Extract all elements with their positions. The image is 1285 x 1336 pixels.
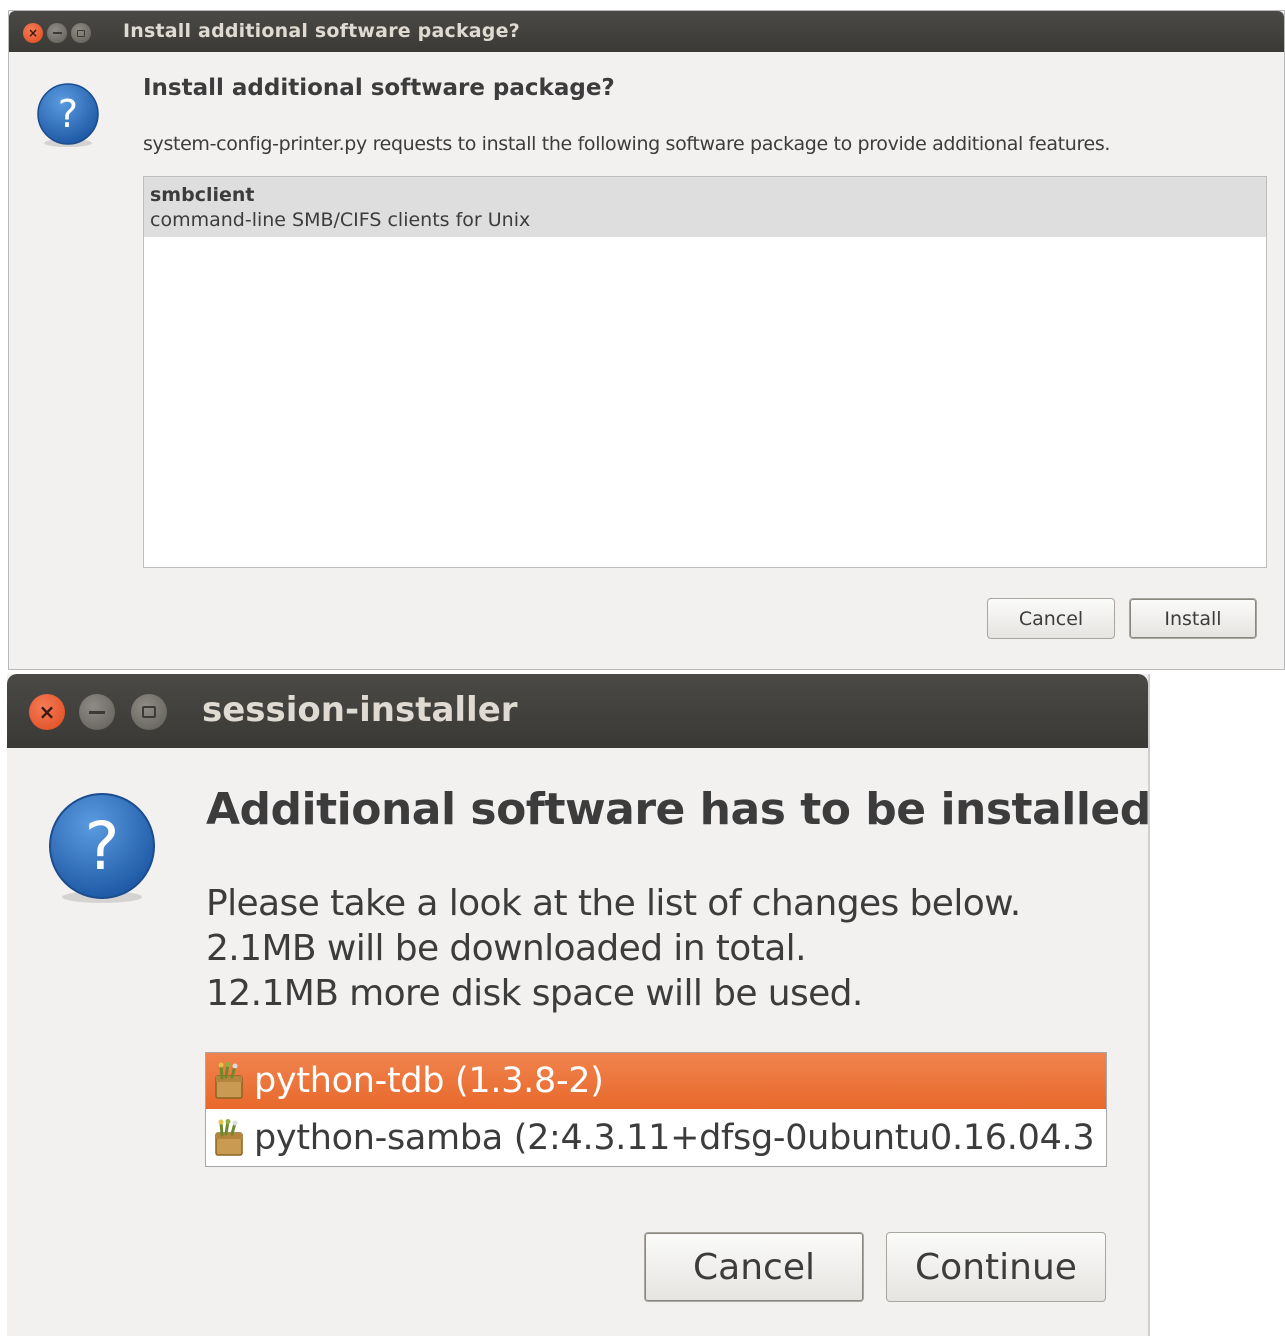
package-list: python-tdb (1.3.8-2) python-samba (2:4.3…	[205, 1052, 1107, 1167]
title-bar: × Install additional software package?	[9, 11, 1284, 52]
message-line: Please take a look at the list of change…	[206, 883, 1021, 924]
package-name: smbclient	[150, 184, 255, 206]
close-glyph: ×	[27, 26, 39, 40]
session-installer-dialog: × session-installer Additional software …	[7, 674, 1151, 1336]
maximize-glyph	[142, 706, 156, 718]
background-area	[1152, 672, 1285, 1336]
cancel-button[interactable]: Cancel	[644, 1232, 864, 1302]
install-package-dialog: × Install additional software package? ?…	[8, 10, 1285, 670]
minimize-glyph	[52, 32, 62, 34]
dialog-heading: Additional software has to be installed	[206, 784, 1151, 835]
question-icon: ?	[37, 83, 99, 147]
dialog-message: system-config-printer.py requests to ins…	[143, 133, 1111, 155]
minimize-icon[interactable]	[47, 23, 67, 43]
package-list: smbclient command-line SMB/CIFS clients …	[143, 176, 1267, 568]
close-glyph: ×	[38, 700, 56, 724]
maximize-glyph	[77, 29, 85, 37]
continue-button[interactable]: Continue	[886, 1232, 1106, 1302]
message-line: 12.1MB more disk space will be used.	[206, 973, 863, 1014]
minimize-glyph	[89, 710, 105, 714]
minimize-icon[interactable]	[79, 694, 115, 730]
dialog-message: Please take a look at the list of change…	[206, 881, 1021, 1016]
list-item[interactable]: python-tdb (1.3.8-2)	[206, 1053, 1106, 1109]
list-item[interactable]: smbclient command-line SMB/CIFS clients …	[144, 177, 1266, 237]
package-description: command-line SMB/CIFS clients for Unix	[150, 209, 531, 231]
question-glyph: ?	[58, 92, 78, 136]
close-icon[interactable]: ×	[23, 23, 43, 43]
maximize-icon[interactable]	[131, 694, 167, 730]
list-item[interactable]: python-samba (2:4.3.11+dfsg-0ubuntu0.16.…	[206, 1110, 1106, 1166]
question-icon: ?	[49, 793, 155, 903]
install-button[interactable]: Install	[1129, 598, 1257, 639]
title-bar: × session-installer	[7, 674, 1148, 748]
dialog-heading: Install additional software package?	[143, 75, 615, 101]
package-label: python-tdb (1.3.8-2)	[254, 1061, 604, 1101]
message-line: 2.1MB will be downloaded in total.	[206, 928, 807, 969]
window-title: Install additional software package?	[123, 20, 520, 42]
window-title: session-installer	[202, 690, 518, 730]
package-icon	[215, 1119, 243, 1156]
package-label: python-samba (2:4.3.11+dfsg-0ubuntu0.16.…	[254, 1118, 1095, 1158]
cancel-button[interactable]: Cancel	[987, 598, 1115, 639]
question-glyph: ?	[84, 808, 119, 885]
maximize-icon[interactable]	[71, 23, 91, 43]
package-icon	[215, 1062, 243, 1099]
close-icon[interactable]: ×	[29, 694, 65, 730]
